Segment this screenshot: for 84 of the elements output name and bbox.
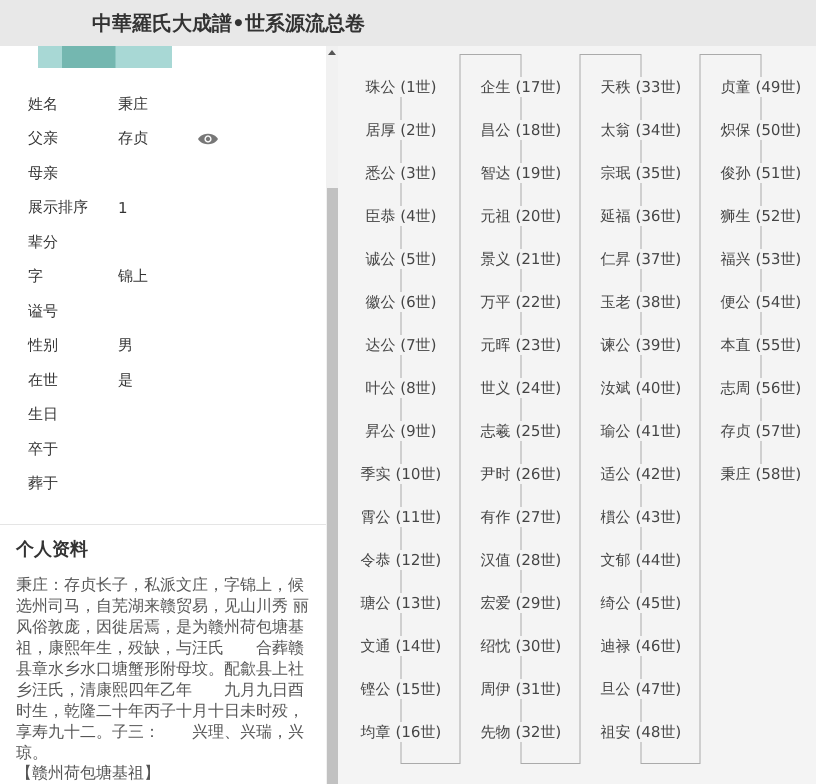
generation-link[interactable]: 宏爱 (29世) xyxy=(480,594,562,612)
generation-link[interactable]: 智达 (19世) xyxy=(480,164,562,182)
generation-link[interactable]: 周伊 (31世) xyxy=(480,680,562,698)
section-title: 个人资料 xyxy=(16,538,89,562)
field-label: 谥号 xyxy=(28,302,59,321)
field-value: 1 xyxy=(118,198,129,217)
generation-link[interactable]: 宗珉 (35世) xyxy=(600,164,682,182)
scroll-up-arrow-icon[interactable] xyxy=(328,50,336,55)
generation-link[interactable]: 绮公 (45世) xyxy=(600,594,682,612)
generation-link[interactable]: 炽保 (50世) xyxy=(720,120,802,140)
generation-link[interactable]: 便公 (54世) xyxy=(720,292,802,312)
page-title: 中華羅氏大成譜•世系源流总卷 xyxy=(92,10,365,36)
generation-link[interactable]: 叶公 (8世) xyxy=(365,378,436,398)
generation-link[interactable]: 祖安 (48世) xyxy=(600,722,682,742)
field-value: 存贞 xyxy=(118,129,149,148)
field-label: 展示排序 xyxy=(28,198,89,218)
generation-link[interactable]: 昇公 (9世) xyxy=(365,422,436,440)
generation-link[interactable]: 志周 (56世) xyxy=(720,378,802,398)
generation-link[interactable]: 季实 (10世) xyxy=(360,464,442,484)
generation-link[interactable]: 本直 (55世) xyxy=(720,336,802,354)
generation-link[interactable]: 适公 (42世) xyxy=(600,464,682,484)
generation-link[interactable]: 天秩 (33世) xyxy=(600,78,682,96)
generation-link[interactable]: 延福 (36世) xyxy=(600,206,682,226)
generation-link[interactable]: 诚公 (5世) xyxy=(365,250,436,268)
generation-link[interactable]: 仁昇 (37世) xyxy=(600,250,682,268)
generation-link[interactable]: 玉老 (38世) xyxy=(600,292,682,312)
field-value: 锦上 xyxy=(118,267,149,286)
generation-link[interactable]: 俊孙 (51世) xyxy=(720,164,802,182)
generation-link[interactable]: 均章 (16世) xyxy=(360,722,442,742)
generation-link[interactable]: 企生 (17世) xyxy=(480,78,562,96)
generation-link[interactable]: 景义 (21世) xyxy=(480,250,562,268)
scrollbar-thumb[interactable] xyxy=(326,188,338,784)
field-label: 辈分 xyxy=(28,232,59,252)
generation-link[interactable]: 元祖 (20世) xyxy=(480,206,562,226)
field-label: 母亲 xyxy=(28,164,59,183)
generation-link[interactable]: 霄公 (11世) xyxy=(360,508,442,526)
scrollbar[interactable] xyxy=(326,46,338,784)
generation-link[interactable]: 瑭公 (13世) xyxy=(360,594,442,612)
generation-link[interactable]: 珠公 (1世) xyxy=(365,78,436,96)
generation-link[interactable]: 秉庄 (58世) xyxy=(720,464,802,484)
field-label: 葬于 xyxy=(28,474,59,494)
field-label: 姓名 xyxy=(28,94,59,114)
generation-link[interactable]: 狮生 (52世) xyxy=(720,206,802,226)
generation-link[interactable]: 志羲 (25世) xyxy=(480,422,562,440)
field-label: 父亲 xyxy=(28,129,59,148)
generation-link[interactable]: 尹时 (26世) xyxy=(480,464,562,484)
field-label: 在世 xyxy=(28,370,59,390)
generation-link[interactable]: 居厚 (2世) xyxy=(365,120,436,140)
generation-link[interactable]: 樌公 (43世) xyxy=(600,508,682,526)
generation-link[interactable]: 万平 (22世) xyxy=(480,292,562,312)
generation-link[interactable]: 福兴 (53世) xyxy=(720,250,802,268)
generation-link[interactable]: 迪禄 (46世) xyxy=(600,636,682,656)
field-label: 卒于 xyxy=(28,440,59,459)
generation-link[interactable]: 旦公 (47世) xyxy=(600,680,682,698)
generation-link[interactable]: 存贞 (57世) xyxy=(720,422,802,440)
field-label: 性别 xyxy=(28,336,59,356)
generation-link[interactable]: 先物 (32世) xyxy=(480,722,562,742)
generation-link[interactable]: 瑜公 (41世) xyxy=(600,422,682,440)
field-value: 男 xyxy=(118,336,134,356)
generation-link[interactable]: 汝斌 (40世) xyxy=(600,378,682,398)
generation-link[interactable]: 太翁 (34世) xyxy=(600,120,682,140)
biography-text: 秉庄：存贞长子，私派文庄，字锦上，候选州司马，自芜湖来赣贸易，见山川秀 丽风俗敦庞，因徙居焉，是为赣州荷包塘基祖，康熙年生，殁缺，与汪氏 合葬赣县章水乡水口塘蟹形附母坟。配歙县上社乡汪氏，清康熙四年乙年 九月九日酉时生，乾隆二十年丙子十月十日未时殁，享寿九十二。子三： 兴理、兴瑞，兴琼。 xyxy=(16,574,310,763)
generation-link[interactable]: 汉值 (28世) xyxy=(480,550,562,570)
generation-link[interactable]: 世义 (24世) xyxy=(480,378,562,398)
generation-link[interactable]: 谏公 (39世) xyxy=(600,336,682,354)
generation-link[interactable]: 贞童 (49世) xyxy=(720,78,802,96)
ancestor-tag: 【赣州荷包塘基祖】 xyxy=(16,763,316,783)
field-value: 秉庄 xyxy=(118,94,149,114)
generation-link[interactable]: 文郁 (44世) xyxy=(600,550,682,570)
view-eye-icon[interactable] xyxy=(198,132,218,145)
generation-link[interactable]: 元晖 (23世) xyxy=(480,336,562,354)
generation-link[interactable]: 文通 (14世) xyxy=(360,636,442,656)
generation-link[interactable]: 昌公 (18世) xyxy=(480,120,562,140)
field-label: 生日 xyxy=(28,405,59,424)
generation-link[interactable]: 令恭 (12世) xyxy=(360,550,442,570)
generation-link[interactable]: 徽公 (6世) xyxy=(365,292,436,312)
field-value: 是 xyxy=(118,370,134,390)
generation-link[interactable]: 达公 (7世) xyxy=(365,336,436,354)
generation-link[interactable]: 悉公 (3世) xyxy=(365,164,436,182)
generation-link[interactable]: 绍忱 (30世) xyxy=(480,636,562,656)
generation-link[interactable]: 臣恭 (4世) xyxy=(365,206,436,226)
field-label: 字 xyxy=(28,267,44,286)
generation-link[interactable]: 有作 (27世) xyxy=(480,508,562,526)
generation-link[interactable]: 铿公 (15世) xyxy=(360,680,442,698)
